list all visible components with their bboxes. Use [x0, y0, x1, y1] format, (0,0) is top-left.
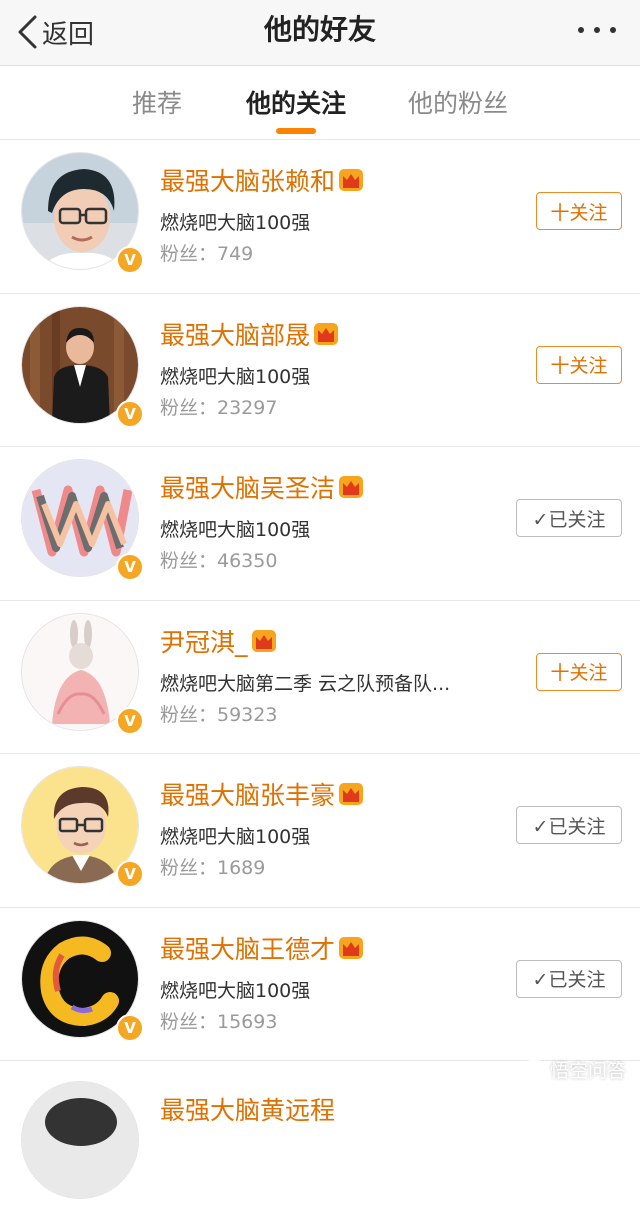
list-item[interactable]: 最强大脑黄远程 — [0, 1061, 640, 1215]
crown-vip-icon — [338, 936, 364, 960]
user-name[interactable]: 尹冠淇_ — [160, 623, 277, 659]
active-tab-indicator — [276, 128, 316, 134]
fans-count: 粉丝：749 — [160, 243, 254, 265]
list-item[interactable]: V 最强大脑王德才 燃烧吧大脑100强 粉丝：15693 ✓已关注 — [0, 908, 640, 1061]
user-description: 燃烧吧大脑100强 — [160, 826, 311, 848]
fans-count: 粉丝：23297 — [160, 396, 278, 419]
followed-button[interactable]: ✓已关注 — [516, 499, 622, 537]
follow-button[interactable]: 十关注 — [536, 345, 622, 384]
followed-button[interactable]: ✓已关注 — [516, 959, 622, 998]
tab-fans[interactable]: 他的粉丝 — [396, 66, 520, 138]
tab-bar: 推荐 他的关注 他的粉丝 — [0, 66, 640, 140]
avatar[interactable] — [21, 1081, 139, 1199]
user-name[interactable]: 最强大脑张丰豪 — [160, 776, 364, 812]
wukong-logo-icon — [522, 1058, 545, 1081]
user-description: 燃烧吧大脑100强 — [160, 365, 311, 388]
more-options-button[interactable] — [576, 22, 618, 38]
user-name[interactable]: 最强大脑王德才 — [160, 930, 364, 966]
user-name[interactable]: 最强大脑黄远程 — [160, 1091, 335, 1127]
fans-count: 粉丝：46350 — [160, 550, 278, 572]
fans-count: 粉丝：15693 — [160, 1010, 278, 1033]
list-item[interactable]: V 最强大脑张赖和 燃烧吧大脑100强 粉丝：749 十关注 — [0, 140, 640, 294]
crown-vip-icon — [338, 782, 364, 806]
user-description: 燃烧吧大脑100强 — [160, 979, 311, 1002]
user-description: 燃烧吧大脑100强 — [160, 519, 311, 541]
follow-button[interactable]: 十关注 — [536, 192, 622, 230]
user-description: 燃烧吧大脑第二季 云之队预备队... — [160, 672, 451, 695]
watermark: 悟空问答 — [522, 1056, 626, 1083]
fans-count: 粉丝：59323 — [160, 703, 278, 726]
followed-button[interactable]: ✓已关注 — [516, 806, 622, 844]
crown-vip-icon — [338, 475, 364, 499]
verified-badge-icon: V — [116, 553, 144, 581]
verified-badge-icon: V — [116, 246, 144, 274]
user-name[interactable]: 最强大脑部晟 — [160, 316, 339, 352]
list-item[interactable]: V 最强大脑吴圣洁 燃烧吧大脑100强 粉丝：46350 ✓已关注 — [0, 447, 640, 601]
more-dots-icon — [578, 27, 616, 33]
navigation-bar: 返回 他的好友 — [0, 0, 640, 66]
page-title: 他的好友 — [263, 13, 376, 46]
crown-vip-icon — [338, 168, 364, 192]
user-name[interactable]: 最强大脑吴圣洁 — [160, 469, 364, 505]
verified-badge-icon: V — [116, 706, 144, 735]
crown-vip-icon — [313, 322, 339, 346]
list-item[interactable]: V 最强大脑部晟 燃烧吧大脑100强 粉丝：23297 十关注 — [0, 294, 640, 447]
user-name[interactable]: 最强大脑张赖和 — [160, 162, 364, 198]
crown-vip-icon — [251, 629, 277, 653]
list-item[interactable]: V 最强大脑张丰豪 燃烧吧大脑100强 粉丝：1689 ✓已关注 — [0, 754, 640, 908]
user-list: V 最强大脑张赖和 燃烧吧大脑100强 粉丝：749 十关注 V 最强大脑部晟 … — [0, 140, 640, 1215]
verified-badge-icon: V — [116, 399, 144, 428]
follow-button[interactable]: 十关注 — [536, 652, 622, 691]
list-item[interactable]: V 尹冠淇_ 燃烧吧大脑第二季 云之队预备队... 粉丝：59323 十关注 — [0, 601, 640, 754]
user-description: 燃烧吧大脑100强 — [160, 212, 311, 234]
tab-recommended[interactable]: 推荐 — [112, 66, 202, 138]
verified-badge-icon: V — [116, 860, 144, 888]
fans-count: 粉丝：1689 — [160, 857, 266, 879]
verified-badge-icon: V — [116, 1013, 144, 1042]
